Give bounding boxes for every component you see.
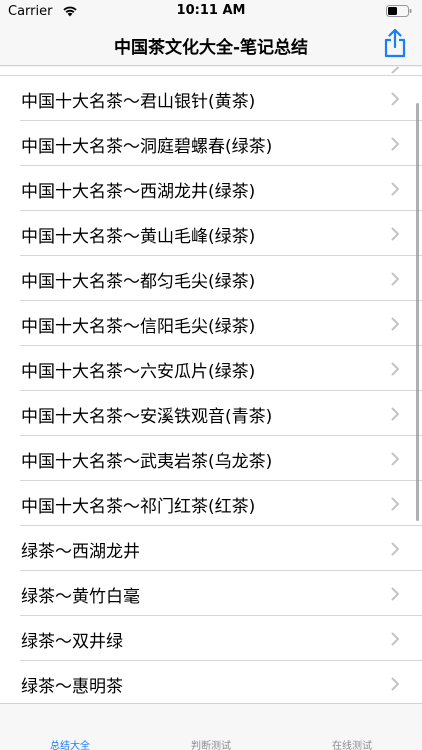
chevron-right-icon <box>391 272 399 286</box>
list-item-label: 中国十大名茶～信阳毛尖(绿茶) <box>21 317 256 337</box>
list-item[interactable]: 绿茶～黄竹白毫 <box>0 571 422 616</box>
list-item-label: 中国十大名茶～安溪铁观音(青茶) <box>21 407 273 427</box>
list-item[interactable]: 中国十大名茶～西湖龙井(绿茶) <box>0 166 422 211</box>
list-item-partial[interactable] <box>0 67 422 76</box>
tab-label: 总结大全 <box>50 741 90 750</box>
list-item[interactable]: 中国十大名茶～都匀毛尖(绿茶) <box>0 256 422 301</box>
battery-icon <box>386 5 412 17</box>
chevron-right-icon <box>391 362 399 376</box>
list-item[interactable]: 中国十大名茶～祁门红茶(红茶) <box>0 481 422 526</box>
list-item[interactable]: 中国十大名茶～黄山毛峰(绿茶) <box>0 211 422 256</box>
notes-list[interactable]: 中国十大名茶～君山银针(黄茶) 中国十大名茶～洞庭碧螺春(绿茶) 中国十大名茶～… <box>0 67 422 703</box>
chevron-right-icon <box>391 587 399 601</box>
list-item[interactable]: 中国十大名茶～武夷岩茶(乌龙茶) <box>0 436 422 481</box>
share-icon[interactable] <box>382 28 408 58</box>
list-item[interactable]: 中国十大名茶～安溪铁观音(青茶) <box>0 391 422 436</box>
scrollbar[interactable] <box>416 103 419 521</box>
chevron-right-icon <box>391 452 399 466</box>
chevron-right-icon <box>391 182 399 196</box>
list-item[interactable]: 中国十大名茶～六安瓜片(绿茶) <box>0 346 422 391</box>
tab-label: 在线测试 <box>332 741 372 750</box>
chevron-right-icon <box>391 542 399 556</box>
chevron-right-icon <box>391 227 399 241</box>
list-item-label: 中国十大名茶～都匀毛尖(绿茶) <box>21 272 256 292</box>
list-item-label: 绿茶～黄竹白毫 <box>21 587 140 607</box>
tab-online-test[interactable]: 在线测试 <box>282 704 422 750</box>
tab-summary[interactable]: 总结大全 <box>0 704 140 750</box>
chevron-right-icon <box>391 92 399 106</box>
list-item-label: 中国十大名茶～六安瓜片(绿茶) <box>21 362 256 382</box>
navigation-bar: 中国茶文化大全-笔记总结 <box>0 22 422 66</box>
status-time: 10:11 AM <box>176 3 246 18</box>
chevron-right-icon <box>391 632 399 646</box>
list-item-label: 中国十大名茶～洞庭碧螺春(绿茶) <box>21 137 273 157</box>
chevron-right-icon <box>391 407 399 421</box>
list-item[interactable]: 中国十大名茶～君山银针(黄茶) <box>0 76 422 121</box>
list-item-label: 中国十大名茶～君山银针(黄茶) <box>21 92 256 112</box>
list-item[interactable]: 绿茶～西湖龙井 <box>0 526 422 571</box>
list-item[interactable]: 绿茶～惠明茶 <box>0 661 422 703</box>
list-item[interactable]: 中国十大名茶～洞庭碧螺春(绿茶) <box>0 121 422 166</box>
status-bar: Carrier 10:11 AM <box>0 0 422 22</box>
list-item-label: 绿茶～惠明茶 <box>21 677 123 697</box>
chevron-right-icon <box>391 317 399 331</box>
tab-label: 判断测试 <box>191 741 231 750</box>
chevron-right-icon <box>391 67 399 74</box>
list-item[interactable]: 绿茶～双井绿 <box>0 616 422 661</box>
tab-bar: 总结大全 判断测试 在线测试 <box>0 703 422 750</box>
list-item[interactable]: 中国十大名茶～信阳毛尖(绿茶) <box>0 301 422 346</box>
tab-judgment-test[interactable]: 判断测试 <box>141 704 281 750</box>
list-item-label: 中国十大名茶～祁门红茶(红茶) <box>21 497 256 517</box>
chevron-right-icon <box>391 497 399 511</box>
list-item-label: 中国十大名茶～武夷岩茶(乌龙茶) <box>21 452 273 472</box>
chevron-right-icon <box>391 137 399 151</box>
list-item-label: 绿茶～双井绿 <box>21 632 123 652</box>
list-item-label: 绿茶～西湖龙井 <box>21 542 140 562</box>
page-title: 中国茶文化大全-笔记总结 <box>113 38 309 58</box>
chevron-right-icon <box>391 677 399 691</box>
list-item-label: 中国十大名茶～西湖龙井(绿茶) <box>21 182 256 202</box>
list-item-label: 中国十大名茶～黄山毛峰(绿茶) <box>21 227 256 247</box>
